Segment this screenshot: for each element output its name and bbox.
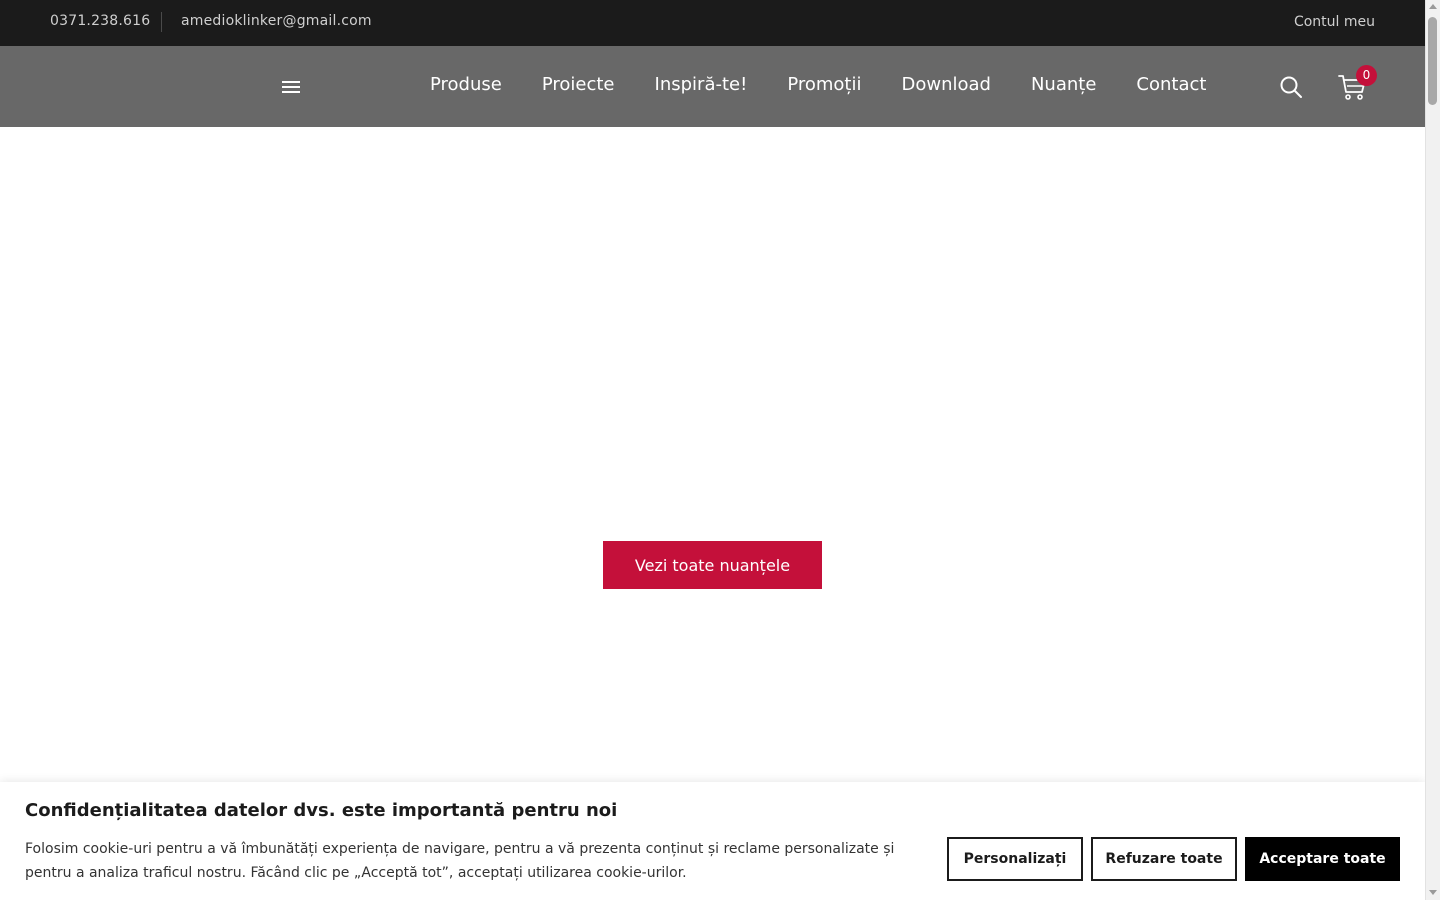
cookie-consent-banner: Confidențialitatea datelor dvs. este imp… bbox=[0, 782, 1425, 900]
page: 0371.238.616 amedioklinker@gmail.com Con… bbox=[0, 0, 1440, 900]
nav-item-inspira-te[interactable]: Inspiră-te! bbox=[655, 74, 748, 95]
nav-item-produse[interactable]: Produse bbox=[430, 74, 502, 95]
search-button[interactable] bbox=[1279, 75, 1303, 99]
hamburger-line bbox=[282, 91, 300, 93]
scroll-down-icon[interactable] bbox=[1429, 890, 1437, 895]
main-navbar: Produse Proiecte Inspiră-te! Promoții Do… bbox=[0, 46, 1425, 127]
nav-item-download[interactable]: Download bbox=[901, 74, 990, 95]
cookie-title: Confidențialitatea datelor dvs. este imp… bbox=[25, 800, 618, 821]
scroll-up-icon[interactable] bbox=[1429, 4, 1437, 9]
view-all-shades-button[interactable]: Vezi toate nuanțele bbox=[603, 541, 822, 589]
nav-item-promotii[interactable]: Promoții bbox=[787, 74, 861, 95]
hamburger-icon[interactable] bbox=[282, 80, 302, 96]
search-icon bbox=[1280, 76, 1302, 98]
hamburger-line bbox=[282, 81, 300, 83]
cart-count-badge: 0 bbox=[1356, 65, 1377, 86]
accept-all-button[interactable]: Acceptare toate bbox=[1245, 837, 1400, 881]
scrollbar-thumb[interactable] bbox=[1428, 17, 1437, 105]
cookie-text: Folosim cookie-uri pentru a vă îmbunătăț… bbox=[25, 841, 895, 881]
phone-link[interactable]: 0371.238.616 bbox=[50, 13, 150, 29]
top-bar: 0371.238.616 amedioklinker@gmail.com Con… bbox=[0, 0, 1425, 46]
customize-button[interactable]: Personalizați bbox=[947, 837, 1083, 881]
topbar-divider bbox=[161, 12, 162, 32]
nav-item-contact[interactable]: Contact bbox=[1136, 74, 1206, 95]
vertical-scrollbar[interactable] bbox=[1425, 0, 1440, 900]
nav-item-proiecte[interactable]: Proiecte bbox=[542, 74, 615, 95]
reject-all-button[interactable]: Refuzare toate bbox=[1091, 837, 1237, 881]
account-link[interactable]: Contul meu bbox=[1294, 14, 1375, 30]
nav-menu: Produse Proiecte Inspiră-te! Promoții Do… bbox=[430, 74, 1206, 95]
email-link[interactable]: amedioklinker@gmail.com bbox=[181, 13, 372, 29]
nav-item-nuante[interactable]: Nuanțe bbox=[1031, 74, 1096, 95]
hamburger-line bbox=[282, 86, 300, 88]
